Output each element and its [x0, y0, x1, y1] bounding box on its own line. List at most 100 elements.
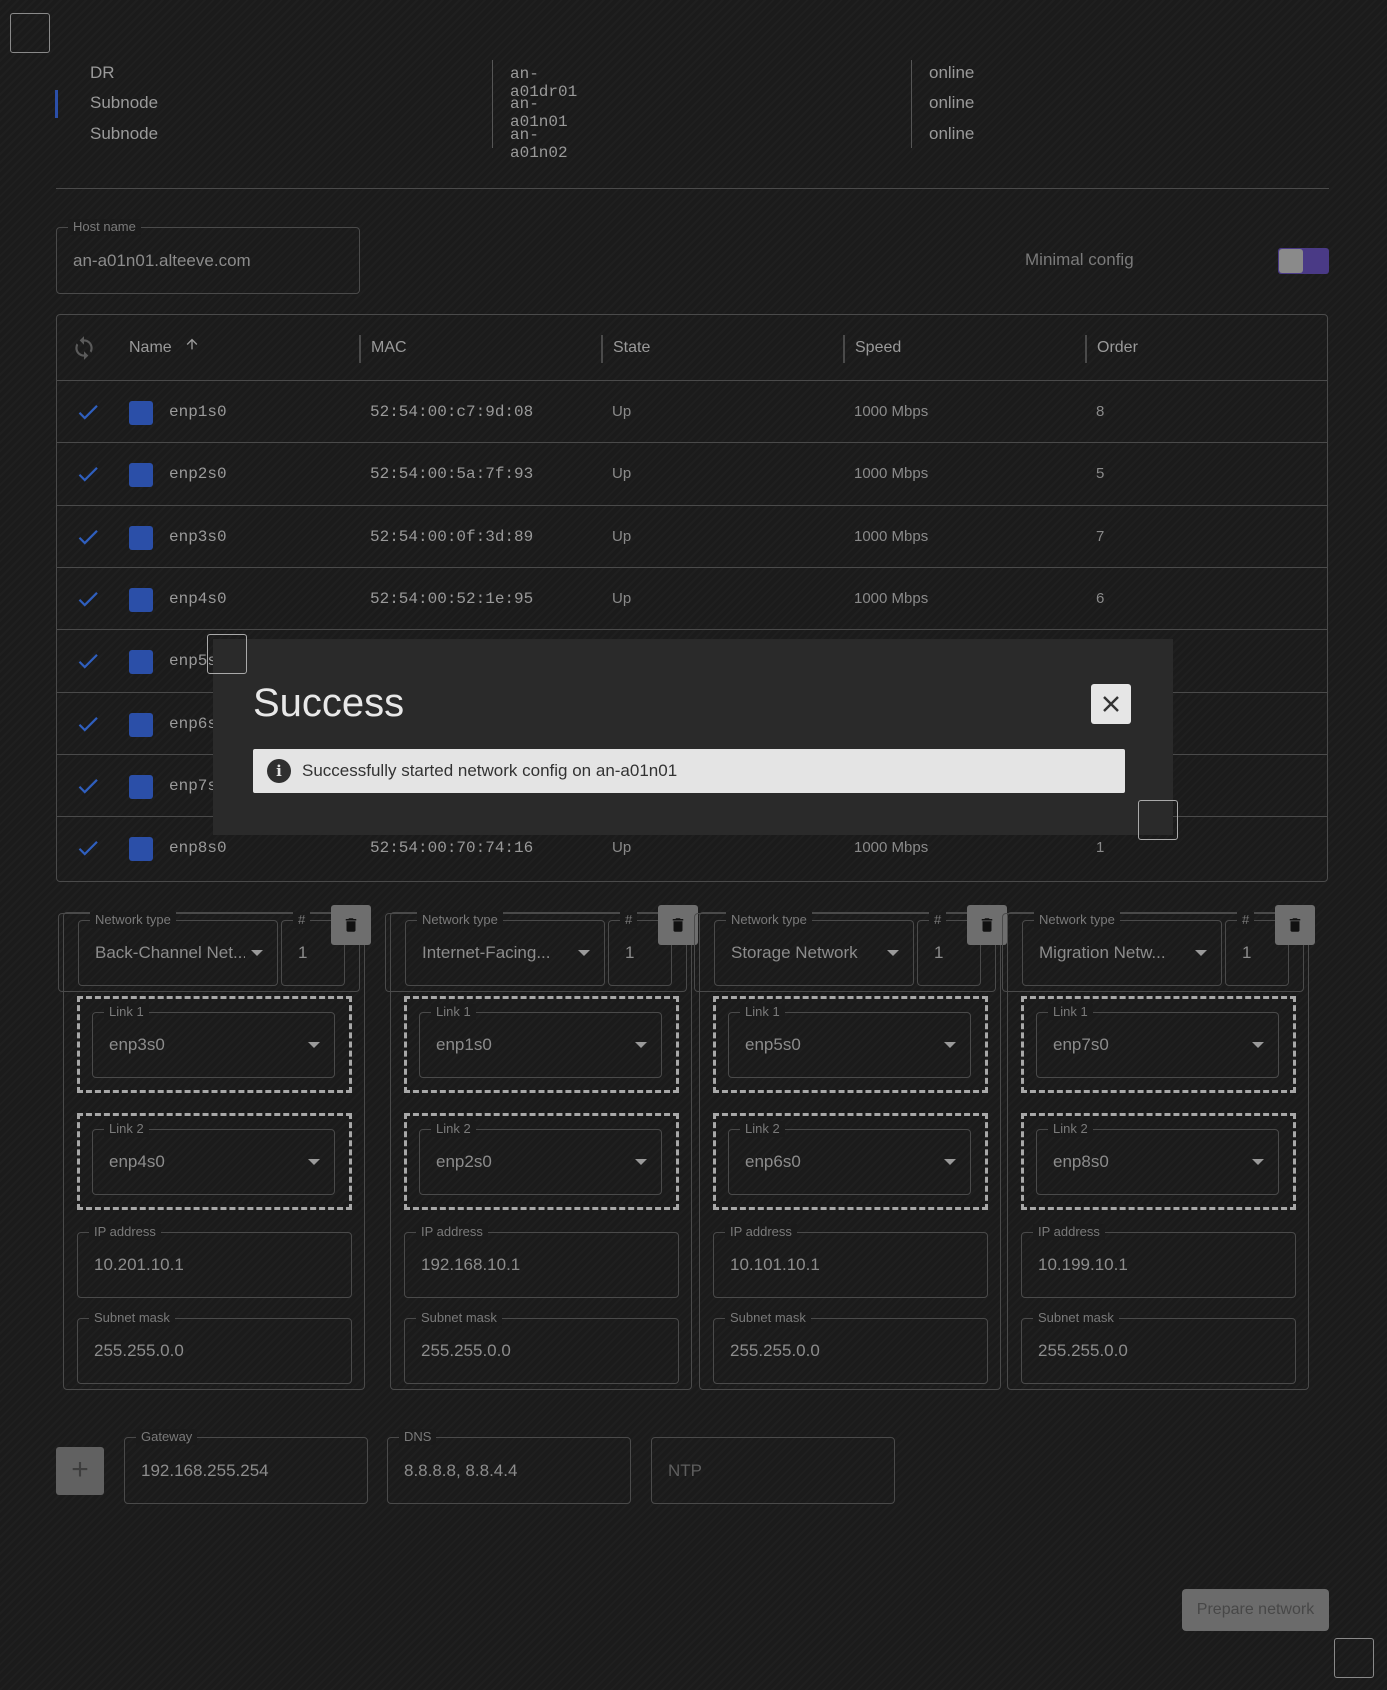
iface-name: enp4s0	[169, 589, 227, 608]
ip-address-value: 10.201.10.1	[94, 1255, 184, 1274]
ip-address-label: IP address	[725, 1224, 797, 1240]
focus-placeholder[interactable]	[1138, 800, 1178, 840]
subnet-mask-field[interactable]: Subnet mask 255.255.0.0	[713, 1310, 988, 1384]
chevron-down-icon[interactable]	[887, 950, 899, 956]
focus-placeholder[interactable]	[207, 634, 247, 674]
col-header-speed[interactable]: Speed	[855, 315, 901, 381]
ntp-placeholder: NTP	[668, 1460, 702, 1480]
drag-handle[interactable]	[129, 712, 153, 737]
hostname-field[interactable]: Host name an-a01n01.alteeve.com	[56, 219, 360, 294]
ip-address-field[interactable]: IP address 10.201.10.1	[77, 1224, 352, 1298]
link1-select[interactable]: Link 1 enp7s0	[1036, 1004, 1279, 1078]
iface-speed: 1000 Mbps	[854, 465, 929, 483]
drag-handle[interactable]	[129, 401, 153, 425]
network-type-select[interactable]: Network type Back-Channel Net...	[78, 912, 278, 986]
delete-network-button[interactable]	[331, 905, 371, 945]
focus-placeholder[interactable]	[1334, 1638, 1374, 1678]
focus-placeholder[interactable]	[10, 13, 50, 53]
network-number-label: #	[293, 912, 311, 928]
column-separator[interactable]	[843, 335, 845, 363]
network-type-label: Network type	[1034, 912, 1120, 928]
chevron-down-icon[interactable]	[944, 1042, 956, 1048]
chevron-down-icon[interactable]	[1252, 1159, 1264, 1165]
column-separator[interactable]	[1085, 335, 1087, 363]
network-number-value: 1	[298, 943, 308, 962]
prepare-network-button[interactable]: Prepare network	[1182, 1589, 1329, 1631]
link2-select[interactable]: Link 2 enp8s0	[1036, 1121, 1279, 1195]
network-type-label: Network type	[417, 912, 503, 928]
check-icon[interactable]	[75, 399, 101, 425]
subnet-mask-label: Subnet mask	[1033, 1310, 1119, 1326]
sort-arrow-up-icon[interactable]	[184, 315, 200, 381]
drag-handle[interactable]	[129, 650, 153, 675]
subnet-mask-field[interactable]: Subnet mask 255.255.0.0	[404, 1310, 679, 1384]
check-icon[interactable]	[75, 524, 101, 550]
col-header-name[interactable]: Name	[129, 315, 200, 381]
check-icon[interactable]	[75, 648, 101, 674]
link1-select[interactable]: Link 1 enp3s0	[92, 1004, 335, 1078]
network-type-select[interactable]: Network type Migration Netw...	[1022, 912, 1222, 986]
drag-handle[interactable]	[129, 587, 153, 612]
host-status: online	[929, 124, 975, 143]
host-name[interactable]: an-a01n02	[510, 126, 568, 162]
link1-select[interactable]: Link 1 enp5s0	[728, 1004, 971, 1078]
network-type-select[interactable]: Network type Internet-Facing...	[405, 912, 605, 986]
column-separator[interactable]	[359, 335, 361, 363]
chevron-down-icon[interactable]	[944, 1159, 956, 1165]
link2-label: Link 2	[1048, 1121, 1093, 1137]
toggle-knob[interactable]	[1279, 249, 1303, 273]
check-icon[interactable]	[75, 711, 101, 737]
drag-handle[interactable]	[129, 463, 153, 488]
col-header-mac[interactable]: MAC	[371, 315, 407, 381]
column-separator[interactable]	[601, 335, 603, 363]
network-type-value: Migration Netw...	[1039, 943, 1166, 962]
link2-select[interactable]: Link 2 enp6s0	[728, 1121, 971, 1195]
check-icon[interactable]	[75, 773, 101, 799]
iface-name: enp3s0	[169, 527, 227, 546]
delete-network-button[interactable]	[967, 905, 1007, 945]
check-icon[interactable]	[75, 461, 101, 487]
subnet-mask-field[interactable]: Subnet mask 255.255.0.0	[1021, 1310, 1296, 1384]
drag-handle[interactable]	[129, 525, 153, 550]
gateway-field[interactable]: Gateway 192.168.255.254	[124, 1429, 368, 1504]
delete-network-button[interactable]	[658, 905, 698, 945]
minimal-config-label: Minimal config	[1025, 250, 1134, 269]
drag-handle[interactable]	[129, 837, 153, 862]
chevron-down-icon[interactable]	[1195, 950, 1207, 956]
link1-select[interactable]: Link 1 enp1s0	[419, 1004, 662, 1078]
chevron-down-icon[interactable]	[251, 950, 263, 956]
ip-address-field[interactable]: IP address 10.101.10.1	[713, 1224, 988, 1298]
ntp-field[interactable]: NTP	[651, 1437, 895, 1504]
link2-select[interactable]: Link 2 enp2s0	[419, 1121, 662, 1195]
dialog-close-button[interactable]	[1091, 684, 1131, 724]
table-row[interactable]: enp4s0 52:54:00:52:1e:95 Up 1000 Mbps 6	[57, 566, 1327, 630]
col-header-order[interactable]: Order	[1097, 315, 1138, 381]
network-type-select[interactable]: Network type Storage Network	[714, 912, 914, 986]
link2-select[interactable]: Link 2 enp4s0	[92, 1121, 335, 1195]
table-row[interactable]: enp1s0 52:54:00:c7:9d:08 Up 1000 Mbps 8	[57, 380, 1327, 443]
delete-network-button[interactable]	[1275, 905, 1315, 945]
chevron-down-icon[interactable]	[635, 1159, 647, 1165]
subnet-mask-field[interactable]: Subnet mask 255.255.0.0	[77, 1310, 352, 1384]
check-icon[interactable]	[75, 835, 101, 861]
dns-field[interactable]: DNS 8.8.8.8, 8.8.4.4	[387, 1429, 631, 1504]
network-type-value: Back-Channel Net...	[95, 943, 245, 962]
chevron-down-icon[interactable]	[635, 1042, 647, 1048]
chevron-down-icon[interactable]	[578, 950, 590, 956]
refresh-icon[interactable]	[71, 335, 97, 361]
iface-mac: 52:54:00:0f:3d:89	[370, 527, 534, 546]
table-row[interactable]: enp2s0 52:54:00:5a:7f:93 Up 1000 Mbps 5	[57, 442, 1327, 505]
table-row[interactable]: enp3s0 52:54:00:0f:3d:89 Up 1000 Mbps 7	[57, 504, 1327, 568]
check-icon[interactable]	[75, 586, 101, 612]
drag-handle[interactable]	[129, 774, 153, 799]
dialog-message: i Successfully started network config on…	[253, 749, 1125, 793]
chevron-down-icon[interactable]	[308, 1159, 320, 1165]
close-icon[interactable]	[1101, 694, 1121, 719]
chevron-down-icon[interactable]	[1252, 1042, 1264, 1048]
col-header-state[interactable]: State	[613, 315, 650, 381]
chevron-down-icon[interactable]	[308, 1042, 320, 1048]
network-type-label: Network type	[726, 912, 812, 928]
ip-address-field[interactable]: IP address 192.168.10.1	[404, 1224, 679, 1298]
ip-address-field[interactable]: IP address 10.199.10.1	[1021, 1224, 1296, 1298]
add-network-button[interactable]: +	[56, 1447, 104, 1495]
